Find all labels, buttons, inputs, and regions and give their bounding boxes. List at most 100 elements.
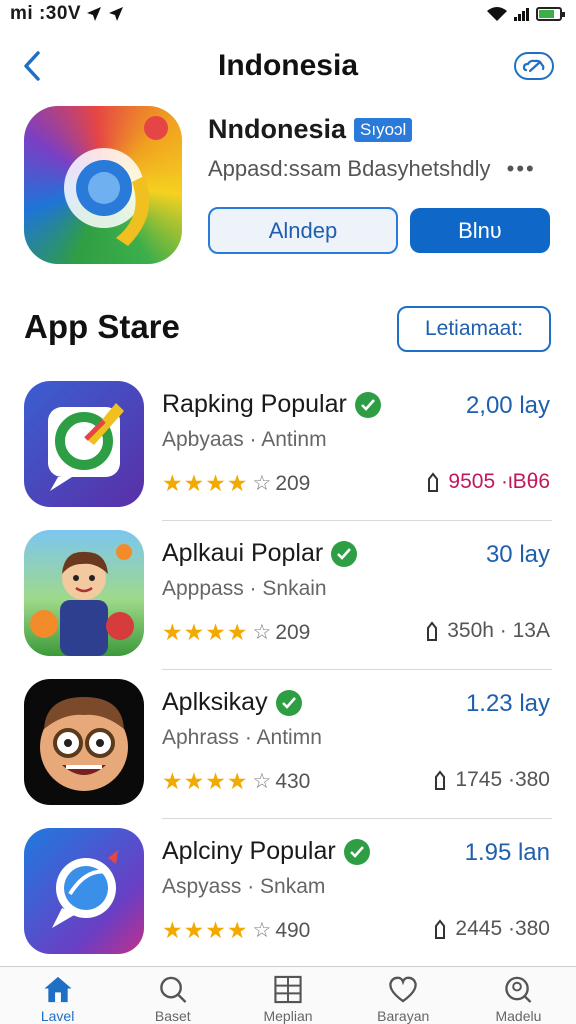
- app-subtitle: Apppass · Snkain: [162, 577, 327, 600]
- app-icon[interactable]: [24, 679, 144, 805]
- featured-app-subtitle-text: Appasd:ssam Bdasyhetshdly: [208, 156, 491, 181]
- tab-home[interactable]: Lavel: [0, 967, 115, 1024]
- verified-check-icon: [354, 391, 381, 418]
- featured-app-subtitle: Appasd:ssam Bdasyhetshdly •••: [208, 156, 536, 182]
- featured-app-name: Nndonesia Sıyoɔl: [208, 114, 413, 145]
- star-rating-icon: ★★★★: [162, 768, 249, 794]
- signal-icon: [514, 8, 529, 21]
- star-empty-icon: ☆: [252, 770, 272, 793]
- app-stat-value: 2445 ·380: [455, 917, 550, 940]
- chat-bubble-icon: [48, 403, 124, 491]
- tab-search[interactable]: Baset: [115, 967, 230, 1024]
- more-icon[interactable]: •••: [507, 156, 536, 181]
- chat-globe-icon: [52, 850, 118, 928]
- app-subtitle: Aspyass · Snkam: [162, 875, 326, 898]
- heart-icon: [389, 976, 417, 1003]
- app-rating: ★★★★ ☆ 209: [162, 470, 310, 497]
- chrome-like-logo-icon: [64, 116, 168, 246]
- app-icon[interactable]: [24, 381, 144, 507]
- download-tag-icon: [435, 770, 446, 790]
- home-icon: [44, 976, 72, 1003]
- wifi-icon: [487, 7, 507, 21]
- list-item[interactable]: Aplksikay Aphrass · Antimn ★★★★ ☆ 430 1.2…: [0, 670, 576, 819]
- star-empty-icon: ☆: [252, 621, 272, 644]
- app-name-text: Rapking Popular: [162, 390, 347, 418]
- status-left: mi :30V: [10, 3, 125, 25]
- verified-check-icon: [343, 838, 370, 865]
- cartoon-family-icon: [30, 544, 134, 656]
- primary-button[interactable]: Blnʋ: [410, 208, 550, 253]
- app-stat: 350h · 13A: [425, 619, 550, 643]
- profile-search-icon: [505, 976, 532, 1003]
- tab-label: Baset: [154, 1008, 191, 1024]
- tab-favorites[interactable]: Barayan: [346, 967, 461, 1024]
- status-time: mi :30V: [10, 3, 82, 24]
- list-item[interactable]: Aplkaui Poplar Apppass · Snkain ★★★★ ☆ 20…: [0, 521, 576, 670]
- grid-icon: [274, 975, 302, 1004]
- status-bar: mi :30V: [0, 0, 576, 28]
- app-icon[interactable]: [24, 530, 144, 656]
- app-stat-value: 9505 ·ιΒθ6: [448, 470, 550, 493]
- app-size: 30 lay: [485, 541, 550, 568]
- battery-icon: [536, 7, 565, 21]
- section-action-button[interactable]: Letiamaat:: [397, 306, 551, 352]
- list-item[interactable]: Rapking Popular Apbyaas · Antinm ★★★★ ☆ 2…: [0, 372, 576, 521]
- app-stat: 2445 ·380: [433, 917, 550, 941]
- cloud-button[interactable]: [514, 52, 554, 80]
- star-empty-icon: ☆: [252, 919, 272, 942]
- app-name: Aplciny Popular: [162, 837, 370, 866]
- star-rating-icon: ★★★★: [162, 917, 249, 943]
- app-rating: ★★★★ ☆ 209: [162, 619, 310, 646]
- list-item[interactable]: Aplciny Popular Aspyass · Snkam ★★★★ ☆ 49…: [0, 819, 576, 968]
- app-size: 1.23 lay: [465, 690, 550, 717]
- location-arrow-icon: [109, 7, 124, 21]
- tab-bar: Lavel Baset Meplian Barayan Madelu: [0, 966, 576, 1024]
- outline-button[interactable]: Alndep: [208, 207, 398, 254]
- section-title: App Stare: [24, 308, 180, 345]
- download-tag-icon: [428, 472, 439, 492]
- chevron-left-icon: [24, 51, 40, 81]
- app-rating: ★★★★ ☆ 430: [162, 768, 310, 795]
- app-name-text: Aplciny Popular: [162, 837, 336, 865]
- battery-fill: [539, 10, 554, 18]
- app-stat-value: 1745 ·380: [455, 768, 550, 791]
- back-button[interactable]: [18, 48, 46, 84]
- download-tag-icon: [435, 919, 446, 939]
- app-name: Aplkaui Poplar: [162, 539, 358, 568]
- cartoon-face-icon: [40, 697, 128, 791]
- search-icon: [159, 976, 187, 1003]
- download-tag-icon: [427, 621, 438, 641]
- rating-count: 209: [275, 471, 311, 495]
- star-empty-icon: ☆: [252, 472, 272, 495]
- app-rating: ★★★★ ☆ 490: [162, 917, 310, 944]
- featured-app-icon[interactable]: [24, 106, 182, 264]
- verified-check-icon: [331, 540, 358, 567]
- app-size: 1.95 lan: [464, 839, 550, 866]
- rating-count: 430: [275, 769, 311, 793]
- app-list: Rapking Popular Apbyaas · Antinm ★★★★ ☆ 2…: [0, 372, 576, 968]
- tab-label: Lavel: [40, 1008, 75, 1024]
- page-title: Indonesia: [217, 49, 359, 82]
- tab-label: Barayan: [377, 1008, 430, 1024]
- tab-profile[interactable]: Madelu: [461, 967, 576, 1024]
- app-name: Rapking Popular: [162, 390, 381, 419]
- app-icon[interactable]: [24, 828, 144, 954]
- app-subtitle: Apbyaas · Antinm: [162, 428, 327, 451]
- app-stat: 1745 ·380: [433, 768, 550, 792]
- tab-label: Meplian: [263, 1008, 313, 1024]
- app-subtitle: Aphrass · Antimn: [162, 726, 322, 749]
- app-name-text: Aplkaui Poplar: [162, 539, 324, 567]
- app-size: 2,00 lay: [465, 392, 550, 419]
- rating-count: 490: [275, 918, 311, 942]
- app-name: Aplksikay: [162, 688, 302, 717]
- featured-app-badge: Sıyoɔl: [354, 117, 413, 142]
- status-right: [486, 6, 565, 22]
- app-name-text: Aplksikay: [162, 688, 268, 716]
- tab-grid[interactable]: Meplian: [230, 967, 345, 1024]
- featured-app: Nndonesia Sıyoɔl Appasd:ssam Bdasyhetshd…: [24, 106, 554, 271]
- star-rating-icon: ★★★★: [162, 619, 249, 645]
- nav-header: Indonesia: [0, 40, 576, 92]
- tab-label: Madelu: [495, 1008, 542, 1024]
- app-stat: 9505 ·ιΒθ6: [426, 470, 550, 494]
- app-stat-value: 350h · 13A: [447, 619, 550, 642]
